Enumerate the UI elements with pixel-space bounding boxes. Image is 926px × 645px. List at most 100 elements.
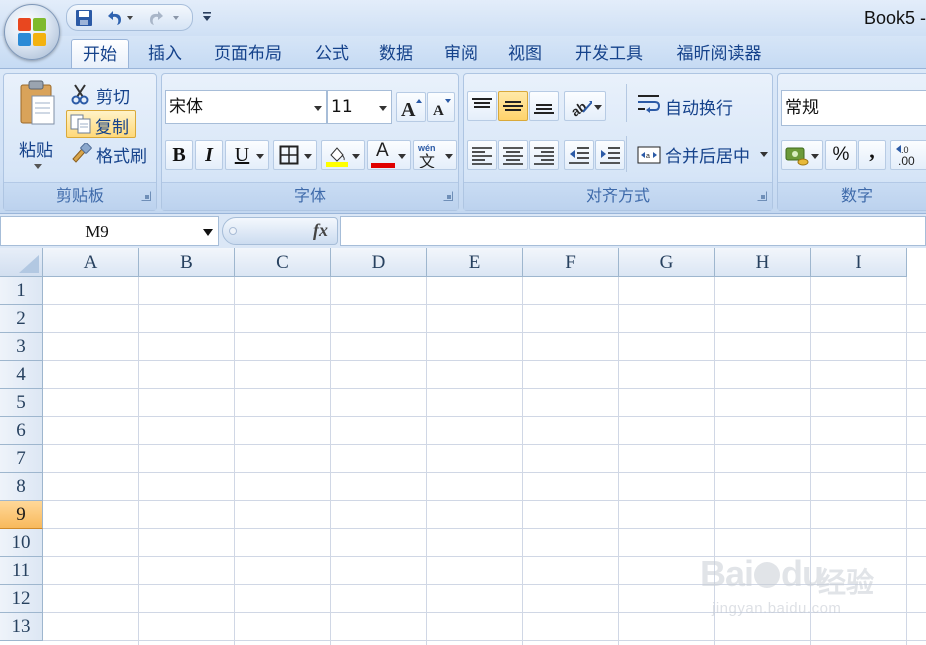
tab-insert[interactable]: 插入 — [137, 39, 193, 69]
italic-icon: I — [205, 143, 213, 166]
row-header-2[interactable]: 2 — [0, 305, 43, 333]
name-box-dropdown-icon[interactable] — [203, 229, 213, 236]
svg-text:a: a — [646, 153, 650, 160]
align-bottom-button[interactable] — [529, 91, 559, 121]
font-color-icon: A — [376, 140, 389, 161]
select-all-button[interactable] — [0, 248, 43, 277]
undo-button[interactable] — [103, 8, 135, 28]
font-name-value: 宋体 — [169, 97, 203, 117]
phonetic-guide-dropdown-icon — [445, 154, 453, 159]
number-group: 常规 % , .0.00 数字 — [777, 73, 926, 211]
font-name-input[interactable]: 宋体 — [165, 90, 327, 124]
font-size-input[interactable]: 11 — [327, 90, 392, 124]
row-gridline — [43, 360, 926, 361]
orientation-button[interactable]: ab — [564, 91, 606, 121]
font-color-button[interactable]: A — [367, 140, 411, 170]
watermark: Bai du 经验 jingyan.baidu.com — [700, 543, 880, 623]
currency-icon — [785, 147, 809, 166]
clipboard-group-label: 剪贴板 — [4, 182, 156, 210]
merge-center-button[interactable]: a 合并后居中 — [626, 136, 772, 172]
redo-button[interactable] — [145, 8, 185, 28]
comma-style-button[interactable]: , — [858, 138, 886, 170]
phonetic-guide-button[interactable]: wén 文 — [413, 140, 457, 170]
row-header-6[interactable]: 6 — [0, 417, 43, 445]
italic-button[interactable]: I — [195, 140, 223, 170]
paste-button[interactable]: 粘贴 — [8, 76, 64, 180]
expand-handle-icon[interactable] — [229, 227, 237, 235]
paste-icon — [20, 80, 55, 125]
save-icon[interactable] — [73, 8, 95, 28]
row-header-5[interactable]: 5 — [0, 389, 43, 417]
cut-button[interactable]: 剪切 — [66, 81, 154, 108]
fill-color-button[interactable] — [321, 140, 365, 170]
tab-data[interactable]: 数据 — [368, 39, 424, 69]
alignment-group: ab 自动换行 a 合并后居中 对齐方式 — [463, 73, 773, 211]
column-header-b[interactable]: B — [139, 248, 235, 277]
column-header-g[interactable]: G — [619, 248, 715, 277]
comma-icon: , — [869, 138, 875, 163]
currency-format-button[interactable] — [781, 140, 823, 170]
align-top-button[interactable] — [467, 91, 497, 121]
grow-font-button[interactable]: A — [396, 92, 426, 122]
row-header-7[interactable]: 7 — [0, 445, 43, 473]
wrap-text-icon — [638, 95, 661, 113]
row-header-13[interactable]: 13 — [0, 613, 43, 641]
tab-formulas[interactable]: 公式 — [304, 39, 360, 69]
row-header-12[interactable]: 12 — [0, 585, 43, 613]
customize-qat-icon[interactable] — [202, 9, 212, 23]
percent-style-button[interactable]: % — [825, 140, 857, 170]
column-header-a[interactable]: A — [43, 248, 139, 277]
column-header-c[interactable]: C — [235, 248, 331, 277]
office-button[interactable] — [4, 4, 60, 60]
clipboard-launcher-icon[interactable] — [141, 191, 151, 201]
align-right-button[interactable] — [529, 140, 559, 170]
formula-input[interactable] — [340, 216, 926, 246]
column-header-e[interactable]: E — [427, 248, 523, 277]
align-middle-button[interactable] — [498, 91, 528, 121]
row-header-10[interactable]: 10 — [0, 529, 43, 557]
underline-dropdown-icon — [256, 154, 264, 159]
align-left-button[interactable] — [467, 140, 497, 170]
name-box[interactable]: M9 — [0, 216, 219, 246]
alignment-launcher-icon[interactable] — [757, 191, 767, 201]
bold-button[interactable]: B — [165, 140, 193, 170]
font-size-dropdown-icon[interactable] — [379, 106, 387, 111]
tab-page-layout[interactable]: 页面布局 — [203, 39, 293, 69]
row-header-1[interactable]: 1 — [0, 277, 43, 305]
font-name-dropdown-icon[interactable] — [314, 106, 322, 111]
copy-button[interactable]: 复制 — [66, 110, 136, 138]
borders-button[interactable] — [273, 140, 317, 170]
borders-icon — [279, 145, 299, 165]
row-header-9[interactable]: 9 — [0, 501, 43, 529]
align-center-button[interactable] — [498, 140, 528, 170]
ribbon-tabs: 开始 插入 页面布局 公式 数据 审阅 视图 开发工具 福昕阅读器 — [0, 36, 926, 69]
row-header-4[interactable]: 4 — [0, 361, 43, 389]
shrink-font-button[interactable]: A — [427, 92, 455, 122]
row-header-3[interactable]: 3 — [0, 333, 43, 361]
watermark-product: 经验 — [818, 566, 875, 599]
number-format-input[interactable]: 常规 — [781, 90, 926, 126]
column-header-i[interactable]: I — [811, 248, 907, 277]
increase-indent-button[interactable] — [595, 140, 625, 170]
insert-function-icon[interactable]: fx — [313, 220, 328, 241]
column-header-f[interactable]: F — [523, 248, 619, 277]
quick-access-toolbar — [66, 4, 193, 31]
align-left-icon — [472, 147, 492, 165]
increase-decimal-button[interactable]: .0.00 — [890, 140, 926, 170]
tab-review[interactable]: 审阅 — [433, 39, 489, 69]
tab-foxit-reader[interactable]: 福昕阅读器 — [664, 39, 774, 69]
underline-button[interactable]: U — [225, 140, 269, 170]
align-middle-icon — [503, 101, 523, 111]
percent-icon: % — [832, 144, 850, 165]
font-launcher-icon[interactable] — [443, 191, 453, 201]
wrap-text-button[interactable]: 自动换行 — [626, 84, 766, 122]
tab-view[interactable]: 视图 — [497, 39, 553, 69]
format-painter-button[interactable]: 格式刷 — [66, 140, 158, 168]
row-header-8[interactable]: 8 — [0, 473, 43, 501]
decrease-indent-button[interactable] — [564, 140, 594, 170]
tab-developer[interactable]: 开发工具 — [563, 39, 655, 69]
row-header-11[interactable]: 11 — [0, 557, 43, 585]
column-header-d[interactable]: D — [331, 248, 427, 277]
tab-home[interactable]: 开始 — [71, 39, 129, 69]
column-header-h[interactable]: H — [715, 248, 811, 277]
